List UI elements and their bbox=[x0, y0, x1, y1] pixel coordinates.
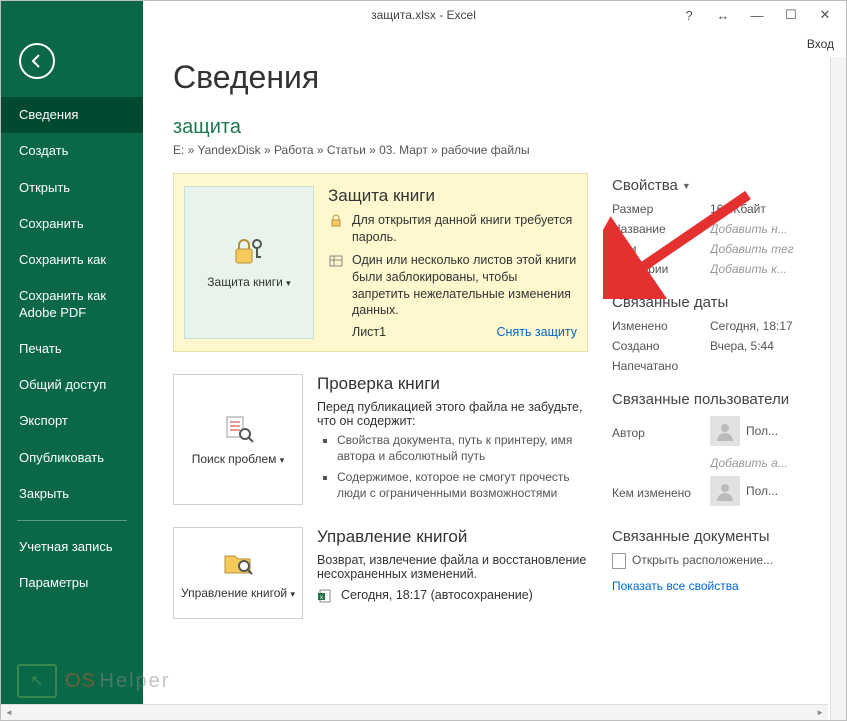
inspect-section: Поиск проблем ▾ Проверка книги Перед пуб… bbox=[173, 374, 588, 505]
nav-share[interactable]: Общий доступ bbox=[1, 367, 143, 403]
nav-account[interactable]: Учетная запись bbox=[1, 529, 143, 565]
backstage-sidebar: Сведения Создать Открыть Сохранить Сохра… bbox=[1, 29, 143, 720]
nav-new[interactable]: Создать bbox=[1, 133, 143, 169]
properties-header[interactable]: Свойства▼ bbox=[612, 177, 828, 194]
protect-title: Защита книги bbox=[328, 186, 577, 206]
document-name: защита bbox=[173, 116, 846, 139]
manage-intro: Возврат, извлечение файла и восстановлен… bbox=[317, 553, 588, 581]
prop-title[interactable]: Добавить н... bbox=[710, 222, 788, 236]
dates-header: Связанные даты bbox=[612, 294, 828, 311]
nav-info[interactable]: Сведения bbox=[1, 97, 143, 133]
folder-magnifier-icon bbox=[221, 546, 255, 580]
info-panel: Сведения защита E: » YandexDisk » Работа… bbox=[143, 29, 846, 720]
lock-key-icon bbox=[232, 235, 266, 269]
prop-tags[interactable]: Добавить тег bbox=[710, 242, 794, 256]
protect-workbook-button[interactable]: Защита книги ▾ bbox=[184, 186, 314, 339]
nav-close[interactable]: Закрыть bbox=[1, 476, 143, 512]
show-all-properties[interactable]: Показать все свойства bbox=[612, 579, 828, 593]
display-mode-button[interactable]: ↔ bbox=[706, 2, 740, 28]
locked-sheet-name: Лист1 bbox=[352, 325, 386, 339]
avatar-icon bbox=[710, 416, 740, 446]
svg-text:x: x bbox=[320, 595, 323, 601]
manage-section: Управление книгой ▾ Управление книгой Во… bbox=[173, 527, 588, 619]
protect-sheets-note: Один или несколько листов этой книги был… bbox=[352, 252, 577, 320]
nav-save-as[interactable]: Сохранить как bbox=[1, 242, 143, 278]
manage-title: Управление книгой bbox=[317, 527, 588, 547]
author-name[interactable]: Пол... bbox=[746, 424, 778, 438]
nav-save[interactable]: Сохранить bbox=[1, 206, 143, 242]
padlock-icon bbox=[328, 214, 344, 228]
nav-open[interactable]: Открыть bbox=[1, 170, 143, 206]
vertical-scrollbar[interactable] bbox=[830, 57, 846, 720]
document-icon bbox=[612, 553, 626, 569]
protect-password-note: Для открытия данной книги требуется паро… bbox=[352, 212, 577, 246]
maximize-button[interactable]: ☐ bbox=[774, 2, 808, 28]
inspect-intro: Перед публикацией этого файла не забудьт… bbox=[317, 400, 588, 428]
prop-size: 16,3Кбайт bbox=[710, 202, 766, 216]
unprotect-link[interactable]: Снять защиту bbox=[497, 325, 577, 339]
date-created: Вчера, 5:44 bbox=[710, 339, 774, 353]
horizontal-scrollbar[interactable] bbox=[1, 704, 828, 720]
page-title: Сведения bbox=[173, 59, 846, 96]
nav-export[interactable]: Экспорт bbox=[1, 403, 143, 439]
close-button[interactable]: ✕ bbox=[808, 2, 842, 28]
people-header: Связанные пользователи bbox=[612, 391, 828, 408]
prop-categories[interactable]: Добавить к... bbox=[710, 262, 787, 276]
minimize-button[interactable]: — bbox=[740, 2, 774, 28]
back-button[interactable] bbox=[19, 43, 55, 79]
check-issues-button[interactable]: Поиск проблем ▾ bbox=[173, 374, 303, 505]
open-file-location[interactable]: Открыть расположение... bbox=[612, 553, 828, 569]
chevron-down-icon: ▼ bbox=[682, 181, 691, 191]
checklist-magnifier-icon bbox=[221, 412, 255, 446]
date-modified: Сегодня, 18:17 bbox=[710, 319, 793, 333]
autosave-entry[interactable]: Сегодня, 18:17 (автосохранение) bbox=[341, 587, 533, 604]
excel-file-icon: x bbox=[317, 589, 333, 603]
inspect-bullet: Содержимое, которое не смогут прочесть л… bbox=[337, 469, 588, 501]
help-button[interactable]: ? bbox=[672, 2, 706, 28]
last-modified-by: Пол... bbox=[746, 484, 778, 498]
protect-section: Защита книги ▾ Защита книги Для открытия… bbox=[173, 173, 588, 352]
nav-publish[interactable]: Опубликовать bbox=[1, 440, 143, 476]
inspect-title: Проверка книги bbox=[317, 374, 588, 394]
inspect-bullet: Свойства документа, путь к принтеру, имя… bbox=[337, 432, 588, 464]
add-author[interactable]: Добавить а... bbox=[710, 456, 788, 470]
avatar-icon bbox=[710, 476, 740, 506]
nav-save-pdf[interactable]: Сохранить как Adobe PDF bbox=[1, 278, 143, 331]
nav-options[interactable]: Параметры bbox=[1, 565, 143, 601]
manage-workbook-button[interactable]: Управление книгой ▾ bbox=[173, 527, 303, 619]
sheet-lock-icon bbox=[328, 254, 344, 268]
file-path: E: » YandexDisk » Работа » Статьи » 03. … bbox=[173, 143, 846, 157]
nav-print[interactable]: Печать bbox=[1, 331, 143, 367]
related-docs-header: Связанные документы bbox=[612, 528, 828, 545]
